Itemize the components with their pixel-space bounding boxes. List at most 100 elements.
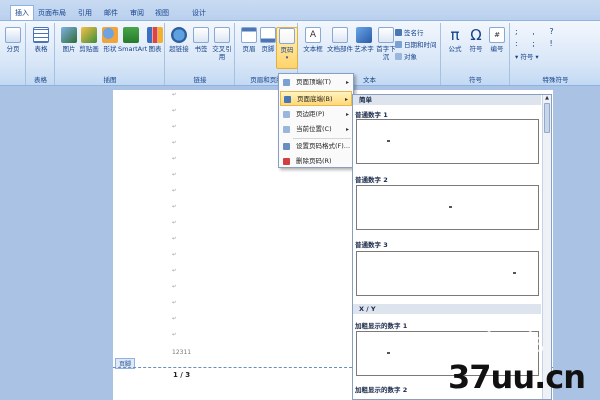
paragraph-mark: ↵ (172, 268, 177, 274)
text-box-button[interactable]: A 文本框 (301, 27, 325, 53)
format-page-numbers-icon (283, 143, 290, 150)
paragraph-mark: ↵ (172, 332, 177, 338)
text-box-icon: A (305, 27, 321, 43)
page-number-preview (387, 352, 390, 354)
top-of-page-icon (283, 79, 290, 86)
footer-page-number[interactable]: 1 / 3 (173, 371, 190, 379)
page-break-icon (5, 27, 21, 43)
scrollbar-thumb[interactable] (544, 103, 550, 133)
signature-line-button[interactable]: 签名行 (395, 29, 424, 38)
tab-review[interactable]: 审阅 (126, 6, 148, 20)
object-button[interactable]: 对象 (395, 53, 417, 62)
menu-item-current-position[interactable]: 当前位置(C) ▸ (280, 122, 352, 137)
date-time-button[interactable]: 日期和时间 (395, 41, 437, 50)
menu-item-page-margins[interactable]: 页边距(P) ▸ (280, 107, 352, 122)
page-number-icon (279, 28, 295, 44)
paragraph-mark: ↵ (172, 252, 177, 258)
tab-mailings[interactable]: 邮件 (100, 6, 122, 20)
page-break-button[interactable]: 分页 (2, 27, 24, 53)
chevron-down-icon: ▾ (285, 55, 289, 61)
menu-item-bottom-of-page[interactable]: 页面底端(B) ▸ (280, 91, 352, 106)
gallery-item-plain-number-2[interactable] (356, 185, 539, 230)
gallery-section-simple: 简单 (353, 95, 541, 105)
globe-icon (171, 27, 187, 43)
chevron-right-icon: ▸ (344, 96, 348, 103)
pi-icon: π (450, 26, 460, 44)
wordart-icon (356, 27, 372, 43)
chevron-right-icon: ▸ (345, 79, 349, 86)
clip-art-button[interactable]: 剪贴画 (78, 27, 100, 53)
tab-page-layout[interactable]: 页面布局 (34, 6, 70, 20)
special-symbol-button[interactable]: ▾ 符号 ▾ (515, 53, 539, 62)
menu-item-format-page-numbers[interactable]: 设置页码格式(F)... (280, 139, 352, 154)
gallery-item-plain-number-3[interactable] (356, 251, 539, 296)
page-number-preview (513, 272, 516, 274)
header-icon (241, 27, 257, 43)
special-symbol-grid[interactable]: ; , ? (515, 27, 560, 36)
gallery-item-label: 普通数字 3 (355, 241, 388, 249)
tab-view[interactable]: 视图 (151, 6, 173, 20)
numbering-button[interactable]: # 编号 (486, 27, 508, 53)
page-number-preview (449, 206, 452, 208)
scroll-up-arrow-icon[interactable]: ▲ (543, 95, 551, 101)
paragraph-mark: ↵ (172, 108, 177, 114)
omega-icon: Ω (470, 26, 482, 44)
cross-reference-button[interactable]: 交叉引用 (211, 27, 233, 61)
calendar-icon (395, 41, 402, 48)
table-icon (33, 27, 49, 43)
footer-number-text: 12311 (172, 349, 192, 356)
special-symbol-grid-2[interactable]: : ; ! (515, 39, 559, 48)
pages-group: 分页 (0, 23, 26, 85)
tab-references[interactable]: 引用 (74, 6, 96, 20)
page-number-menu: 页面顶端(T) ▸ 页面底端(B) ▸ 页边距(P) ▸ 当前位置(C) ▸ 设… (278, 73, 354, 168)
gallery-item-label: 加粗显示的数字 1 (355, 322, 408, 330)
paragraph-mark: ↵ (172, 188, 177, 194)
paragraph-mark: ↵ (172, 124, 177, 130)
cross-reference-icon (214, 27, 230, 43)
table-group: 表格 表格 (27, 23, 55, 85)
table-button[interactable]: 表格 (30, 27, 52, 53)
drop-cap-icon (378, 27, 394, 43)
paragraph-mark: ↵ (172, 220, 177, 226)
paragraph-mark: ↵ (172, 172, 177, 178)
chevron-right-icon: ▸ (345, 111, 349, 118)
quick-parts-button[interactable]: 文档部件 (327, 27, 353, 53)
smartart-icon (123, 27, 139, 43)
wordart-button[interactable]: 艺术字 (353, 27, 375, 53)
paragraph-mark: ↵ (172, 236, 177, 242)
tab-insert[interactable]: 插入 (10, 5, 34, 21)
page-margins-icon (283, 111, 290, 118)
links-group-label: 链接 (193, 76, 207, 84)
page-number-button[interactable]: 页码 ▾ (276, 27, 298, 69)
menu-item-top-of-page[interactable]: 页面顶端(T) ▸ (280, 75, 352, 90)
symbols-group: π 公式 Ω 符号 # 编号 符号 (442, 23, 510, 85)
picture-button[interactable]: 图片 (58, 27, 80, 53)
bookmark-icon (193, 27, 209, 43)
special-symbols-group: ; , ? : ; ! ▾ 符号 ▾ 特殊符号 (511, 23, 600, 85)
page-number-preview (387, 140, 390, 142)
equation-button[interactable]: π 公式 (444, 27, 466, 53)
drop-cap-button[interactable]: 首字下沉 (375, 27, 397, 61)
paragraph-mark: ↵ (172, 140, 177, 146)
gallery-item-label: 加粗显示的数字 2 (355, 386, 408, 394)
bookmark-button[interactable]: 书签 (190, 27, 212, 53)
special-group-label: 特殊符号 (542, 76, 569, 84)
paragraph-mark: ↵ (172, 204, 177, 210)
watermark-logo: 十巴色 (478, 331, 545, 356)
hyperlink-button[interactable]: 超链接 (168, 27, 190, 53)
gallery-item-label: 普通数字 2 (355, 176, 388, 184)
illustrations-group-label: 插图 (103, 76, 117, 84)
signature-icon (395, 29, 402, 36)
ribbon-tab-bar: 插入 页面布局 引用 邮件 审阅 视图 设计 (0, 0, 600, 21)
chart-button[interactable]: 图表 (144, 27, 166, 53)
footer-icon (260, 27, 276, 43)
symbol-button[interactable]: Ω 符号 (465, 27, 487, 53)
chart-icon (147, 27, 163, 43)
quick-parts-icon (332, 27, 348, 43)
tab-design[interactable]: 设计 (188, 6, 210, 20)
gallery-item-plain-number-1[interactable] (356, 119, 539, 164)
smartart-button[interactable]: SmartArt (118, 27, 147, 53)
menu-item-remove-page-numbers[interactable]: 删除页码(R) (280, 154, 352, 169)
object-icon (395, 53, 402, 60)
remove-page-numbers-icon (283, 158, 290, 165)
